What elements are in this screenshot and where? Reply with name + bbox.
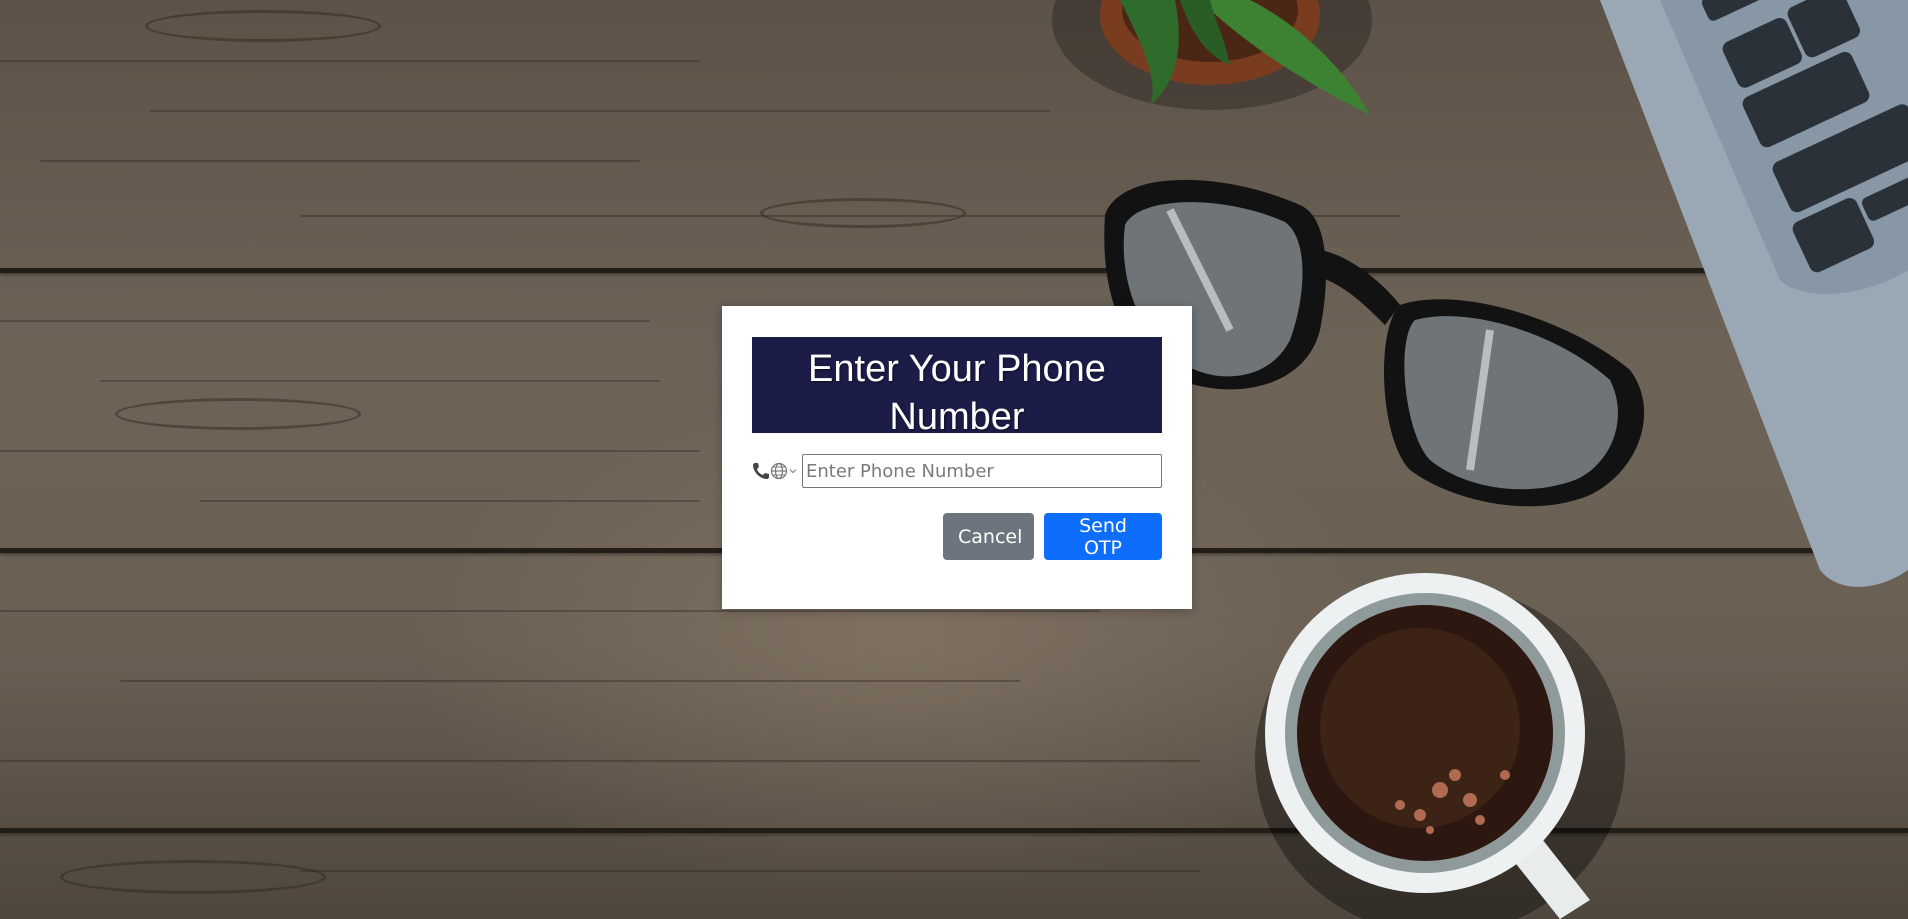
cancel-button[interactable]: Cancel [943,513,1034,560]
coffee-cup-icon [1255,573,1625,919]
send-otp-button[interactable]: Send OTP [1044,513,1162,560]
dialog-actions: Cancel Send OTP [752,513,1162,560]
phone-number-input[interactable] [802,454,1162,488]
plant-icon [1052,0,1372,115]
phone-number-row [752,454,1162,488]
dialog-title: Enter Your Phone Number [752,337,1162,438]
globe-icon [770,462,788,480]
chevron-down-icon [789,469,797,474]
phone-icon [753,463,769,479]
phone-number-dialog: Enter Your Phone Number Cancel Send OTP [722,306,1192,609]
country-code-picker[interactable] [752,454,802,488]
laptop-icon [1600,0,1908,587]
